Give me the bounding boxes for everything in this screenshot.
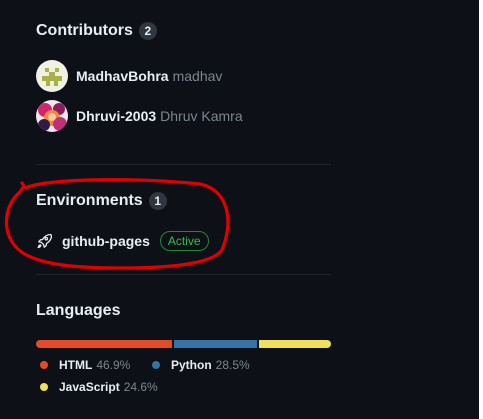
language-bar-segment: [36, 340, 173, 348]
contributor-login[interactable]: Dhruvi-2003: [76, 108, 156, 124]
contributor-name: Dhruv Kamra: [160, 108, 243, 124]
language-item[interactable]: HTML 46.9%: [40, 358, 130, 372]
languages-title[interactable]: Languages: [36, 302, 120, 320]
contributors-title[interactable]: Contributors: [36, 22, 133, 40]
language-color-dot: [40, 383, 48, 391]
language-percent: 28.5%: [215, 358, 250, 372]
contributor-login[interactable]: MadhavBohra: [76, 68, 169, 84]
language-item[interactable]: Python 28.5%: [152, 358, 250, 372]
language-bar-segment: [174, 340, 258, 348]
language-name: Python: [171, 358, 212, 372]
contributor-name: madhav: [172, 68, 223, 84]
language-percent: 24.6%: [123, 380, 158, 394]
language-bar-segment: [259, 340, 331, 348]
contributor-item[interactable]: MadhavBohra madhav: [36, 60, 222, 92]
environments-count-badge: 1: [148, 192, 167, 210]
environment-item[interactable]: github-pages Active: [36, 230, 209, 252]
contributor-item[interactable]: Dhruvi-2003 Dhruv Kamra: [36, 100, 243, 132]
section-divider: [36, 164, 331, 165]
environments-heading[interactable]: Environments 1: [36, 192, 167, 210]
language-color-dot: [40, 361, 48, 369]
window-edge: [479, 0, 483, 419]
environments-title[interactable]: Environments: [36, 192, 143, 210]
language-color-dot: [152, 361, 160, 369]
contributors-count-badge: 2: [138, 22, 157, 40]
language-item[interactable]: JavaScript 24.6%: [40, 380, 158, 394]
avatar[interactable]: [36, 60, 68, 92]
languages-heading[interactable]: Languages: [36, 302, 120, 320]
avatar[interactable]: [36, 100, 68, 132]
language-name: HTML: [59, 358, 93, 372]
environment-status-badge: Active: [159, 231, 209, 251]
language-progress-bar: [36, 340, 331, 348]
rocket-icon: [36, 233, 52, 249]
contributors-heading[interactable]: Contributors 2: [36, 22, 157, 40]
environment-name[interactable]: github-pages: [62, 233, 150, 249]
language-percent: 46.9%: [96, 358, 131, 372]
section-divider: [36, 274, 331, 275]
language-name: JavaScript: [59, 380, 120, 394]
